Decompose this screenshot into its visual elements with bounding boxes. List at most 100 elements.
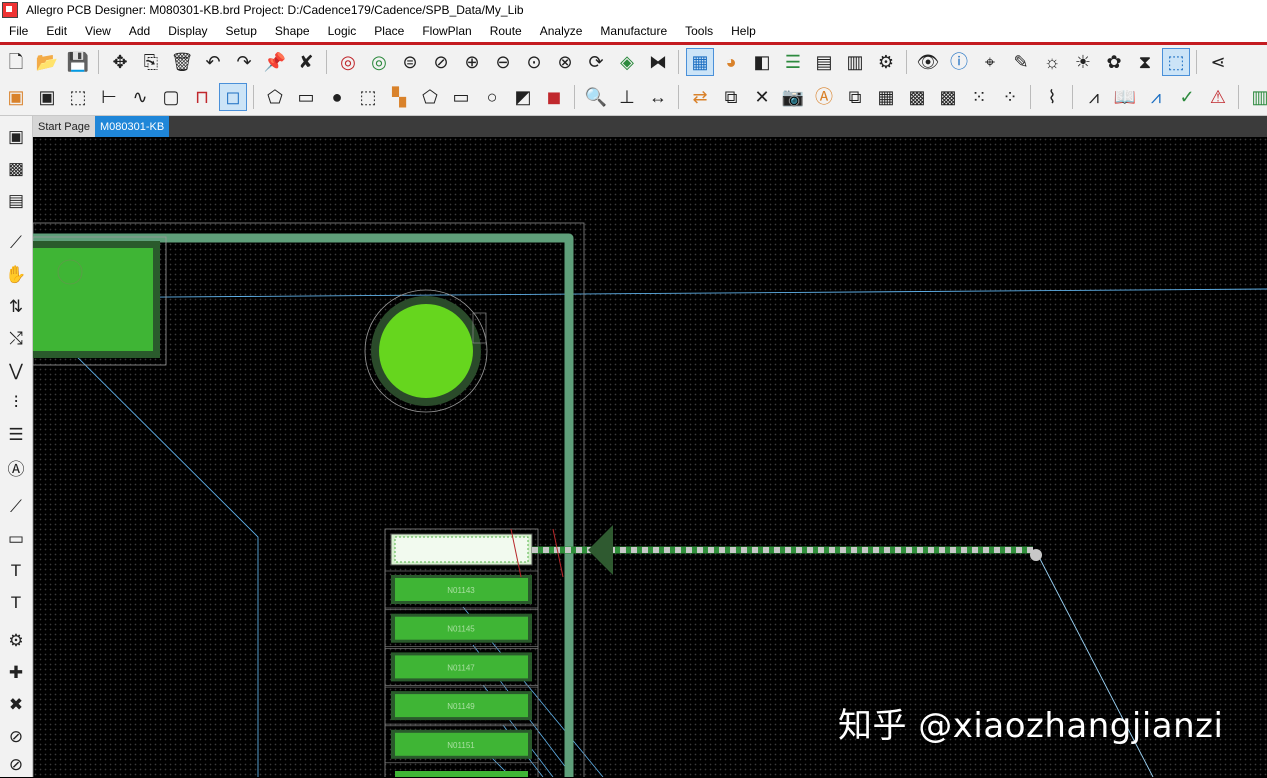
unpin-icon[interactable]: ✘ xyxy=(293,49,319,75)
rename-ref-icon[interactable]: ⧉ xyxy=(718,84,744,110)
assign-color-icon[interactable]: ✿ xyxy=(1101,49,1127,75)
zoom-window-icon[interactable]: ⊘ xyxy=(428,49,454,75)
zoom-previous-icon[interactable]: ⊙ xyxy=(521,49,547,75)
dimension-icon[interactable]: ⊥ xyxy=(614,84,640,110)
chart-icon[interactable]: ▥ xyxy=(1247,84,1267,110)
add-rect-icon[interactable]: ▭ xyxy=(293,84,319,110)
auto-route-icon[interactable]: Ⓐ xyxy=(3,454,29,480)
unplace-icon[interactable]: ✕ xyxy=(749,84,775,110)
grid-c-icon[interactable]: ▩ xyxy=(935,84,961,110)
menu-place[interactable]: Place xyxy=(365,24,413,38)
new-file-icon[interactable]: 🗋 xyxy=(3,49,29,75)
spike-icon[interactable]: ⊓ xyxy=(189,84,215,110)
menu-logic[interactable]: Logic xyxy=(319,24,366,38)
dots-a-icon[interactable]: ⁙ xyxy=(966,84,992,110)
check-c-icon[interactable]: ✓ xyxy=(1174,84,1200,110)
menu-shape[interactable]: Shape xyxy=(266,24,319,38)
add-line-icon[interactable]: ⟋ xyxy=(3,494,29,520)
layer-visibility-icon[interactable]: ☰ xyxy=(780,49,806,75)
edit-text-icon[interactable]: T xyxy=(3,590,29,616)
zoom-center-icon[interactable]: ⊗ xyxy=(552,49,578,75)
camera-icon[interactable]: 📷 xyxy=(780,84,806,110)
menu-edit[interactable]: Edit xyxy=(37,24,76,38)
info-icon[interactable]: ⓘ xyxy=(946,49,972,75)
undo-icon[interactable]: ↶ xyxy=(200,49,226,75)
tab-start-page[interactable]: Start Page xyxy=(33,116,95,137)
select-mode-icon[interactable]: ⬚ xyxy=(65,84,91,110)
net-lock-icon[interactable]: ⊘ xyxy=(3,752,29,778)
zoom-out-icon[interactable]: ⊖ xyxy=(490,49,516,75)
save-icon[interactable]: 💾 xyxy=(65,49,91,75)
etch-edit-icon[interactable]: ⊢ xyxy=(96,84,122,110)
shadow-mode-icon[interactable]: ◧ xyxy=(749,49,775,75)
pcb-canvas[interactable]: N01143 N01145 N01147 N01149 N01151 知乎 @xiaoz… xyxy=(33,137,1267,777)
fanout-icon[interactable]: ⤭ xyxy=(3,326,29,352)
swap-icon[interactable]: ⇄ xyxy=(687,84,713,110)
menu-help[interactable]: Help xyxy=(722,24,765,38)
add-shape-icon[interactable]: ▭ xyxy=(3,526,29,552)
general-edit-icon[interactable]: ▣ xyxy=(3,84,29,110)
3d-view-icon[interactable]: ◈ xyxy=(614,49,640,75)
book-icon[interactable]: 📖 xyxy=(1112,84,1138,110)
net-add-icon[interactable]: ✚ xyxy=(3,660,29,686)
copy-icon[interactable]: ⎘ xyxy=(138,49,164,75)
zoom-in-icon[interactable]: ⊕ xyxy=(459,49,485,75)
sheet-icon[interactable]: ▥ xyxy=(842,49,868,75)
menu-view[interactable]: View xyxy=(76,24,120,38)
swap-route-icon[interactable]: ⇅ xyxy=(3,294,29,320)
net-edit-icon[interactable]: ⊘ xyxy=(3,724,29,750)
net-settings-icon[interactable]: ⚙ xyxy=(3,628,29,654)
warning-icon[interactable]: ⚠ xyxy=(1205,84,1231,110)
delete-icon[interactable]: 🗑 xyxy=(169,49,195,75)
menu-display[interactable]: Display xyxy=(159,24,216,38)
void-icon[interactable]: ◩ xyxy=(510,84,536,110)
add-text-icon[interactable]: T xyxy=(3,558,29,584)
measure-length-icon[interactable]: ↔ xyxy=(645,84,671,110)
menu-flowplan[interactable]: FlowPlan xyxy=(413,24,480,38)
menu-manufacture[interactable]: Manufacture xyxy=(591,24,676,38)
grid-b-icon[interactable]: ▩ xyxy=(904,84,930,110)
hand-icon[interactable]: ✋ xyxy=(3,262,29,288)
bus-icon[interactable]: ⫶ xyxy=(3,390,29,416)
constraint-icon[interactable]: ▢ xyxy=(158,84,184,110)
symbol-icon[interactable]: ⧉ xyxy=(842,84,868,110)
tab-m080301-kb[interactable]: M080301-KB xyxy=(94,116,170,137)
color-icon[interactable]: ◕ xyxy=(718,49,744,75)
sun-highlight-icon[interactable]: ☼ xyxy=(1039,49,1065,75)
zoom-fit-icon[interactable]: ⊜ xyxy=(397,49,423,75)
settings-icon[interactable]: ⚙ xyxy=(873,49,899,75)
check-a-icon[interactable]: ⩘ xyxy=(1081,84,1107,110)
menu-file[interactable]: File xyxy=(0,24,37,38)
menu-route[interactable]: Route xyxy=(481,24,531,38)
merge-shape-icon[interactable]: ▚ xyxy=(386,84,412,110)
unrats-all-icon[interactable]: ◎ xyxy=(335,49,361,75)
circle-icon[interactable]: ○ xyxy=(479,84,505,110)
component-place-icon[interactable]: ▣ xyxy=(3,124,29,150)
redraw-icon[interactable]: ⟳ xyxy=(583,49,609,75)
v-route-icon[interactable]: ⋁ xyxy=(3,358,29,384)
pin-icon[interactable]: 📌 xyxy=(262,49,288,75)
report-icon[interactable]: ▤ xyxy=(811,49,837,75)
zoom-find-icon[interactable]: 🔍 xyxy=(583,84,609,110)
redo-icon[interactable]: ↷ xyxy=(231,49,257,75)
connector-icon[interactable]: ▤ xyxy=(3,188,29,214)
spread-icon[interactable]: ☰ xyxy=(3,422,29,448)
chip-icon[interactable]: ▩ xyxy=(3,156,29,182)
shape-fill-icon[interactable]: ◼ xyxy=(541,84,567,110)
dehighlight-icon[interactable]: ☀ xyxy=(1070,49,1096,75)
signal-integrity-icon[interactable]: ∿ xyxy=(127,84,153,110)
rectangle-icon[interactable]: ▭ xyxy=(448,84,474,110)
highlight-icon[interactable]: ✎ xyxy=(1008,49,1034,75)
rename-icon[interactable]: Ⓐ xyxy=(811,84,837,110)
rats-all-icon[interactable]: ◎ xyxy=(366,49,392,75)
add-circle-icon[interactable]: ● xyxy=(324,84,350,110)
move-icon[interactable]: ✥ xyxy=(107,49,133,75)
select-shape-icon[interactable]: ⬚ xyxy=(355,84,381,110)
check-b-icon[interactable]: ⩘ xyxy=(1143,84,1169,110)
route-icon[interactable]: ⟋ xyxy=(3,230,29,256)
flip-board-icon[interactable]: ⧓ xyxy=(645,49,671,75)
grid-toggle-icon[interactable]: ▦ xyxy=(686,48,714,76)
connect-icon[interactable]: ⌇ xyxy=(1039,84,1065,110)
hourglass-icon[interactable]: ⧗ xyxy=(1132,49,1158,75)
menu-setup[interactable]: Setup xyxy=(217,24,266,38)
